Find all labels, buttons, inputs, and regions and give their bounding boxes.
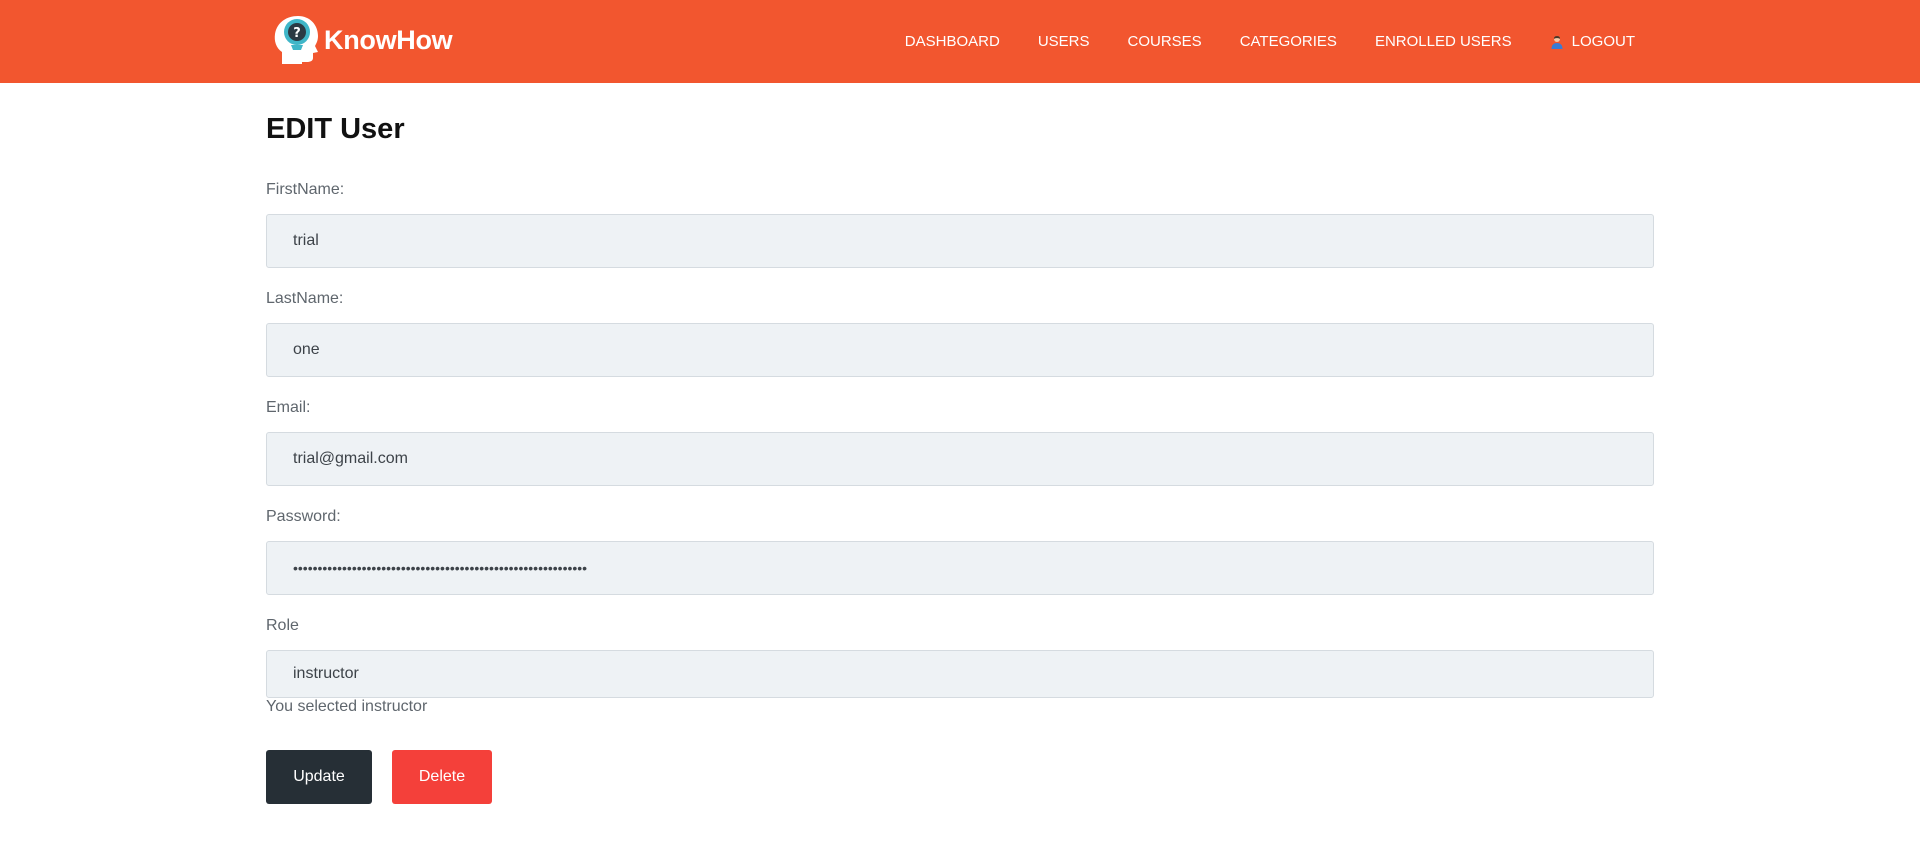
last-name-label: LastName: bbox=[266, 290, 344, 307]
page-title: EDIT User bbox=[266, 113, 405, 145]
svg-text:?: ? bbox=[293, 26, 301, 41]
nav-links: DASHBOARD USERS COURSES CATEGORIES ENROL… bbox=[867, 0, 1635, 83]
role-select[interactable]: instructor bbox=[266, 650, 1654, 698]
user-icon bbox=[1551, 35, 1563, 49]
brand-name: KnowHow bbox=[324, 24, 453, 55]
update-button[interactable]: Update bbox=[266, 750, 372, 804]
delete-button[interactable]: Delete bbox=[392, 750, 492, 804]
email-input[interactable] bbox=[266, 432, 1654, 486]
nav-logout-label: LOGOUT bbox=[1571, 33, 1635, 50]
nav-users[interactable]: USERS bbox=[1038, 33, 1090, 50]
nav-courses[interactable]: COURSES bbox=[1128, 33, 1202, 50]
nav-categories[interactable]: CATEGORIES bbox=[1240, 33, 1337, 50]
role-hint: You selected instructor bbox=[266, 698, 428, 715]
nav-logout[interactable]: LOGOUT bbox=[1550, 33, 1635, 50]
nav-dashboard[interactable]: DASHBOARD bbox=[905, 33, 1000, 50]
brand-link[interactable]: ? KnowHow bbox=[272, 14, 453, 66]
password-label: Password: bbox=[266, 508, 341, 525]
nav-enrolled-users[interactable]: ENROLLED USERS bbox=[1375, 33, 1512, 50]
email-label: Email: bbox=[266, 399, 311, 416]
password-input[interactable] bbox=[266, 541, 1654, 595]
top-navbar: ? KnowHow DASHBOARD USERS COURSES CATEGO… bbox=[0, 0, 1920, 83]
role-selected-value: instructor bbox=[293, 665, 359, 682]
last-name-input[interactable] bbox=[266, 323, 1654, 377]
first-name-input[interactable] bbox=[266, 214, 1654, 268]
role-label: Role bbox=[266, 617, 299, 634]
head-question-icon: ? bbox=[274, 16, 318, 64]
first-name-label: FirstName: bbox=[266, 181, 345, 198]
